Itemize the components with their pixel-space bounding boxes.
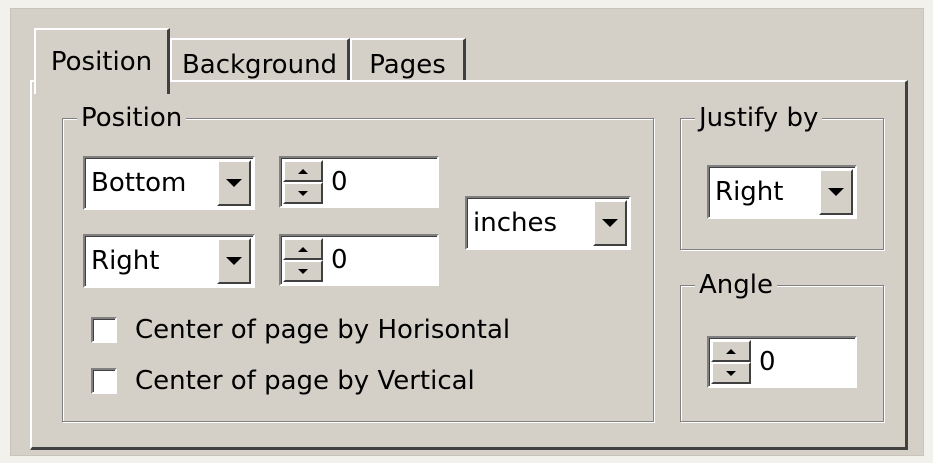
dropdown-arrow-icon	[602, 219, 618, 227]
horizontal-offset-value[interactable]: 0	[331, 236, 348, 284]
horizontal-position-value: Right	[91, 246, 160, 276]
horizontal-offset-spinedit[interactable]: 0	[279, 234, 439, 286]
vertical-position-dropdown-button[interactable]	[217, 160, 251, 206]
tab-background-label: Background	[181, 50, 338, 80]
horizontal-position-select[interactable]: Right	[83, 234, 255, 288]
angle-down-button[interactable]	[711, 362, 751, 384]
tab-panel: Position Bottom 0 Right 0 inches Center …	[30, 80, 908, 450]
spin-up-icon	[298, 168, 308, 174]
tab-position-label: Position	[50, 47, 153, 77]
angle-spin-buttons[interactable]	[711, 340, 751, 384]
vertical-position-value: Bottom	[91, 168, 187, 198]
horizontal-offset-down-button[interactable]	[283, 260, 323, 282]
tab-pages-label: Pages	[369, 50, 446, 80]
center-horizontal-option[interactable]: Center of page by Horisontal	[91, 315, 510, 345]
horizontal-offset-up-button[interactable]	[283, 238, 323, 260]
vertical-offset-value[interactable]: 0	[331, 158, 348, 206]
angle-up-button[interactable]	[711, 340, 751, 362]
units-value: inches	[473, 208, 558, 238]
dropdown-arrow-icon	[226, 179, 242, 187]
horizontal-position-dropdown-button[interactable]	[217, 238, 251, 284]
center-horizontal-label: Center of page by Horisontal	[135, 315, 511, 345]
vertical-position-select[interactable]: Bottom	[83, 156, 255, 210]
justify-dropdown-button[interactable]	[819, 169, 853, 215]
spin-down-icon	[298, 190, 308, 196]
angle-spinedit[interactable]: 0	[707, 336, 857, 388]
dropdown-arrow-icon	[828, 188, 844, 196]
units-dropdown-button[interactable]	[593, 200, 627, 246]
vertical-offset-down-button[interactable]	[283, 182, 323, 204]
vertical-offset-spinedit[interactable]: 0	[279, 156, 439, 208]
center-vertical-option[interactable]: Center of page by Vertical	[91, 366, 475, 396]
center-vertical-checkbox[interactable]	[91, 368, 117, 394]
spin-up-icon	[726, 348, 736, 354]
angle-group: Angle 0	[680, 269, 884, 422]
spin-up-icon	[298, 246, 308, 252]
center-horizontal-checkbox[interactable]	[91, 317, 117, 343]
spin-down-icon	[726, 370, 736, 376]
dialog-frame: Position Background Pages Position Botto…	[10, 8, 924, 456]
spin-down-icon	[298, 268, 308, 274]
position-group-title: Position	[77, 102, 187, 134]
position-group: Position Bottom 0 Right 0 inches Center …	[62, 102, 654, 422]
angle-value[interactable]: 0	[759, 338, 776, 386]
dropdown-arrow-icon	[226, 257, 242, 265]
vertical-offset-up-button[interactable]	[283, 160, 323, 182]
tab-position[interactable]: Position	[34, 28, 170, 94]
center-vertical-label: Center of page by Vertical	[135, 366, 475, 396]
justify-group: Justify by Right	[680, 102, 884, 250]
vertical-offset-spin-buttons[interactable]	[283, 160, 323, 204]
justify-group-title: Justify by	[695, 102, 823, 134]
justify-value: Right	[715, 177, 784, 207]
justify-select[interactable]: Right	[707, 165, 857, 219]
angle-group-title: Angle	[695, 269, 777, 301]
units-select[interactable]: inches	[465, 196, 631, 250]
horizontal-offset-spin-buttons[interactable]	[283, 238, 323, 282]
